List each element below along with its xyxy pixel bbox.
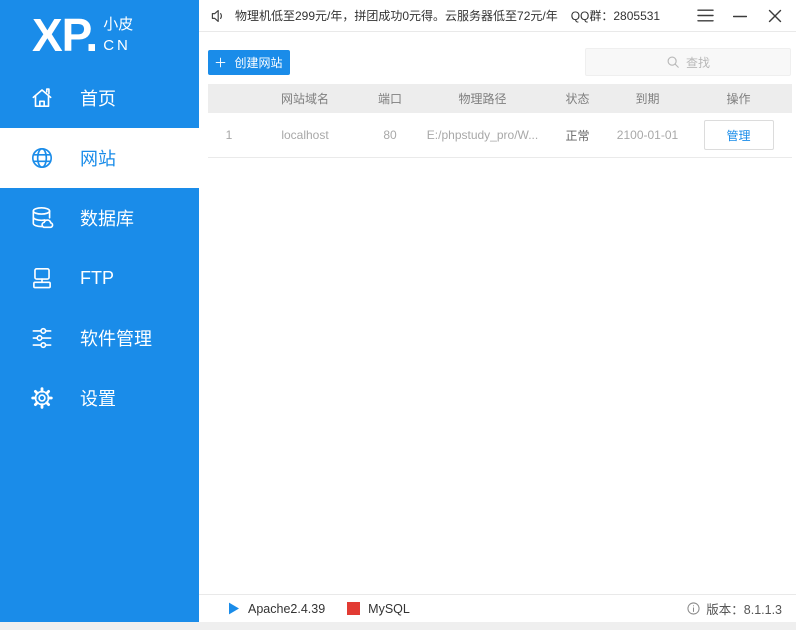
- stop-icon: [347, 602, 361, 615]
- plus-icon: [216, 57, 226, 68]
- apache-status[interactable]: Apache2.4.39: [228, 602, 325, 616]
- speaker-icon: [210, 8, 226, 24]
- cell-index: 1: [225, 128, 233, 142]
- logo-sub-bottom: CN: [103, 37, 131, 54]
- sidebar: XP. 小皮 CN 首页 网站 数据库 FTP 软件管理 设置: [0, 0, 199, 622]
- logo-sub-top: 小皮: [103, 16, 134, 33]
- globe-icon: [29, 145, 55, 171]
- sidebar-item-label: 软件管理: [80, 329, 152, 349]
- create-website-label: 创建网站: [234, 56, 283, 70]
- header-domain: 网站域名: [280, 92, 329, 106]
- ftp-icon: [29, 265, 55, 291]
- search-icon: [667, 56, 679, 68]
- cell-port: 80: [383, 128, 397, 142]
- sidebar-item-home[interactable]: 首页: [0, 68, 199, 128]
- website-table: 网站域名 端口 物理路径 状态 到期 操作 1 localhost 80 E:/…: [208, 84, 792, 158]
- logo-text: XP.: [32, 9, 98, 61]
- sidebar-item-label: 网站: [80, 149, 116, 169]
- search-input[interactable]: 查找: [585, 48, 791, 76]
- gear-icon: [29, 385, 55, 411]
- cell-action: 管理: [685, 120, 792, 150]
- sidebar-item-website[interactable]: 网站: [0, 128, 199, 188]
- sidebar-item-ftp[interactable]: FTP: [0, 248, 199, 308]
- sidebar-item-software[interactable]: 软件管理: [0, 308, 199, 368]
- app-logo: XP. 小皮 CN: [0, 0, 199, 60]
- announcement-text: 物理机低至299元/年，拼团成功0元得。云服务器低至72元/年: [235, 9, 558, 23]
- sidebar-item-label: 数据库: [80, 209, 134, 229]
- sliders-icon: [29, 325, 55, 351]
- table-header-row: 网站域名 端口 物理路径 状态 到期 操作: [208, 84, 792, 113]
- create-website-button[interactable]: 创建网站: [208, 50, 290, 75]
- table-row: 1 localhost 80 E:/phpstudy_pro/W... 正常 2…: [208, 113, 792, 158]
- info-icon: [687, 602, 700, 615]
- database-icon: [29, 205, 55, 231]
- mysql-label: MySQL: [368, 601, 410, 616]
- play-icon: [228, 602, 240, 615]
- menu-icon[interactable]: [694, 4, 716, 28]
- sidebar-item-label: 首页: [80, 89, 116, 109]
- sidebar-item-database[interactable]: 数据库: [0, 188, 199, 248]
- topbar: 物理机低至299元/年，拼团成功0元得。云服务器低至72元/年 QQ群：2805…: [199, 0, 796, 32]
- sidebar-item-settings[interactable]: 设置: [0, 368, 199, 428]
- statusbar: Apache2.4.39 MySQL 版本：8.1.1.3: [199, 594, 796, 622]
- cell-domain: localhost: [281, 128, 329, 142]
- cell-path: E:/phpstudy_pro/W...: [426, 128, 539, 142]
- cell-status: 正常: [565, 128, 590, 143]
- search-placeholder: 查找: [685, 55, 710, 70]
- cell-expire: 2100-01-01: [616, 128, 679, 142]
- version-info: 版本：8.1.1.3: [687, 599, 782, 618]
- header-port: 端口: [377, 92, 402, 106]
- sidebar-item-label: 设置: [80, 389, 116, 409]
- app-window: XP. 小皮 CN 首页 网站 数据库 FTP 软件管理 设置 物理机低至299…: [0, 0, 796, 630]
- main-area: 物理机低至299元/年，拼团成功0元得。云服务器低至72元/年 QQ群：2805…: [199, 0, 796, 622]
- home-icon: [29, 85, 55, 111]
- version-label: 版本：8.1.1.3: [706, 603, 782, 617]
- sidebar-item-label: FTP: [80, 267, 114, 288]
- header-action: 操作: [726, 92, 751, 106]
- header-status: 状态: [565, 92, 590, 106]
- header-expire: 到期: [635, 92, 660, 106]
- apache-label: Apache2.4.39: [248, 601, 326, 616]
- minimize-icon[interactable]: [729, 4, 751, 28]
- logo-subtext: 小皮 CN: [103, 17, 133, 54]
- close-icon[interactable]: [764, 4, 786, 28]
- manage-button[interactable]: 管理: [703, 120, 774, 150]
- header-path: 物理路径: [458, 92, 507, 106]
- qq-group-text: QQ群：2805531: [570, 9, 661, 23]
- sidebar-nav: 首页 网站 数据库 FTP 软件管理 设置: [0, 68, 199, 428]
- mysql-status[interactable]: MySQL: [347, 602, 410, 616]
- window-bottom-edge: [0, 622, 796, 630]
